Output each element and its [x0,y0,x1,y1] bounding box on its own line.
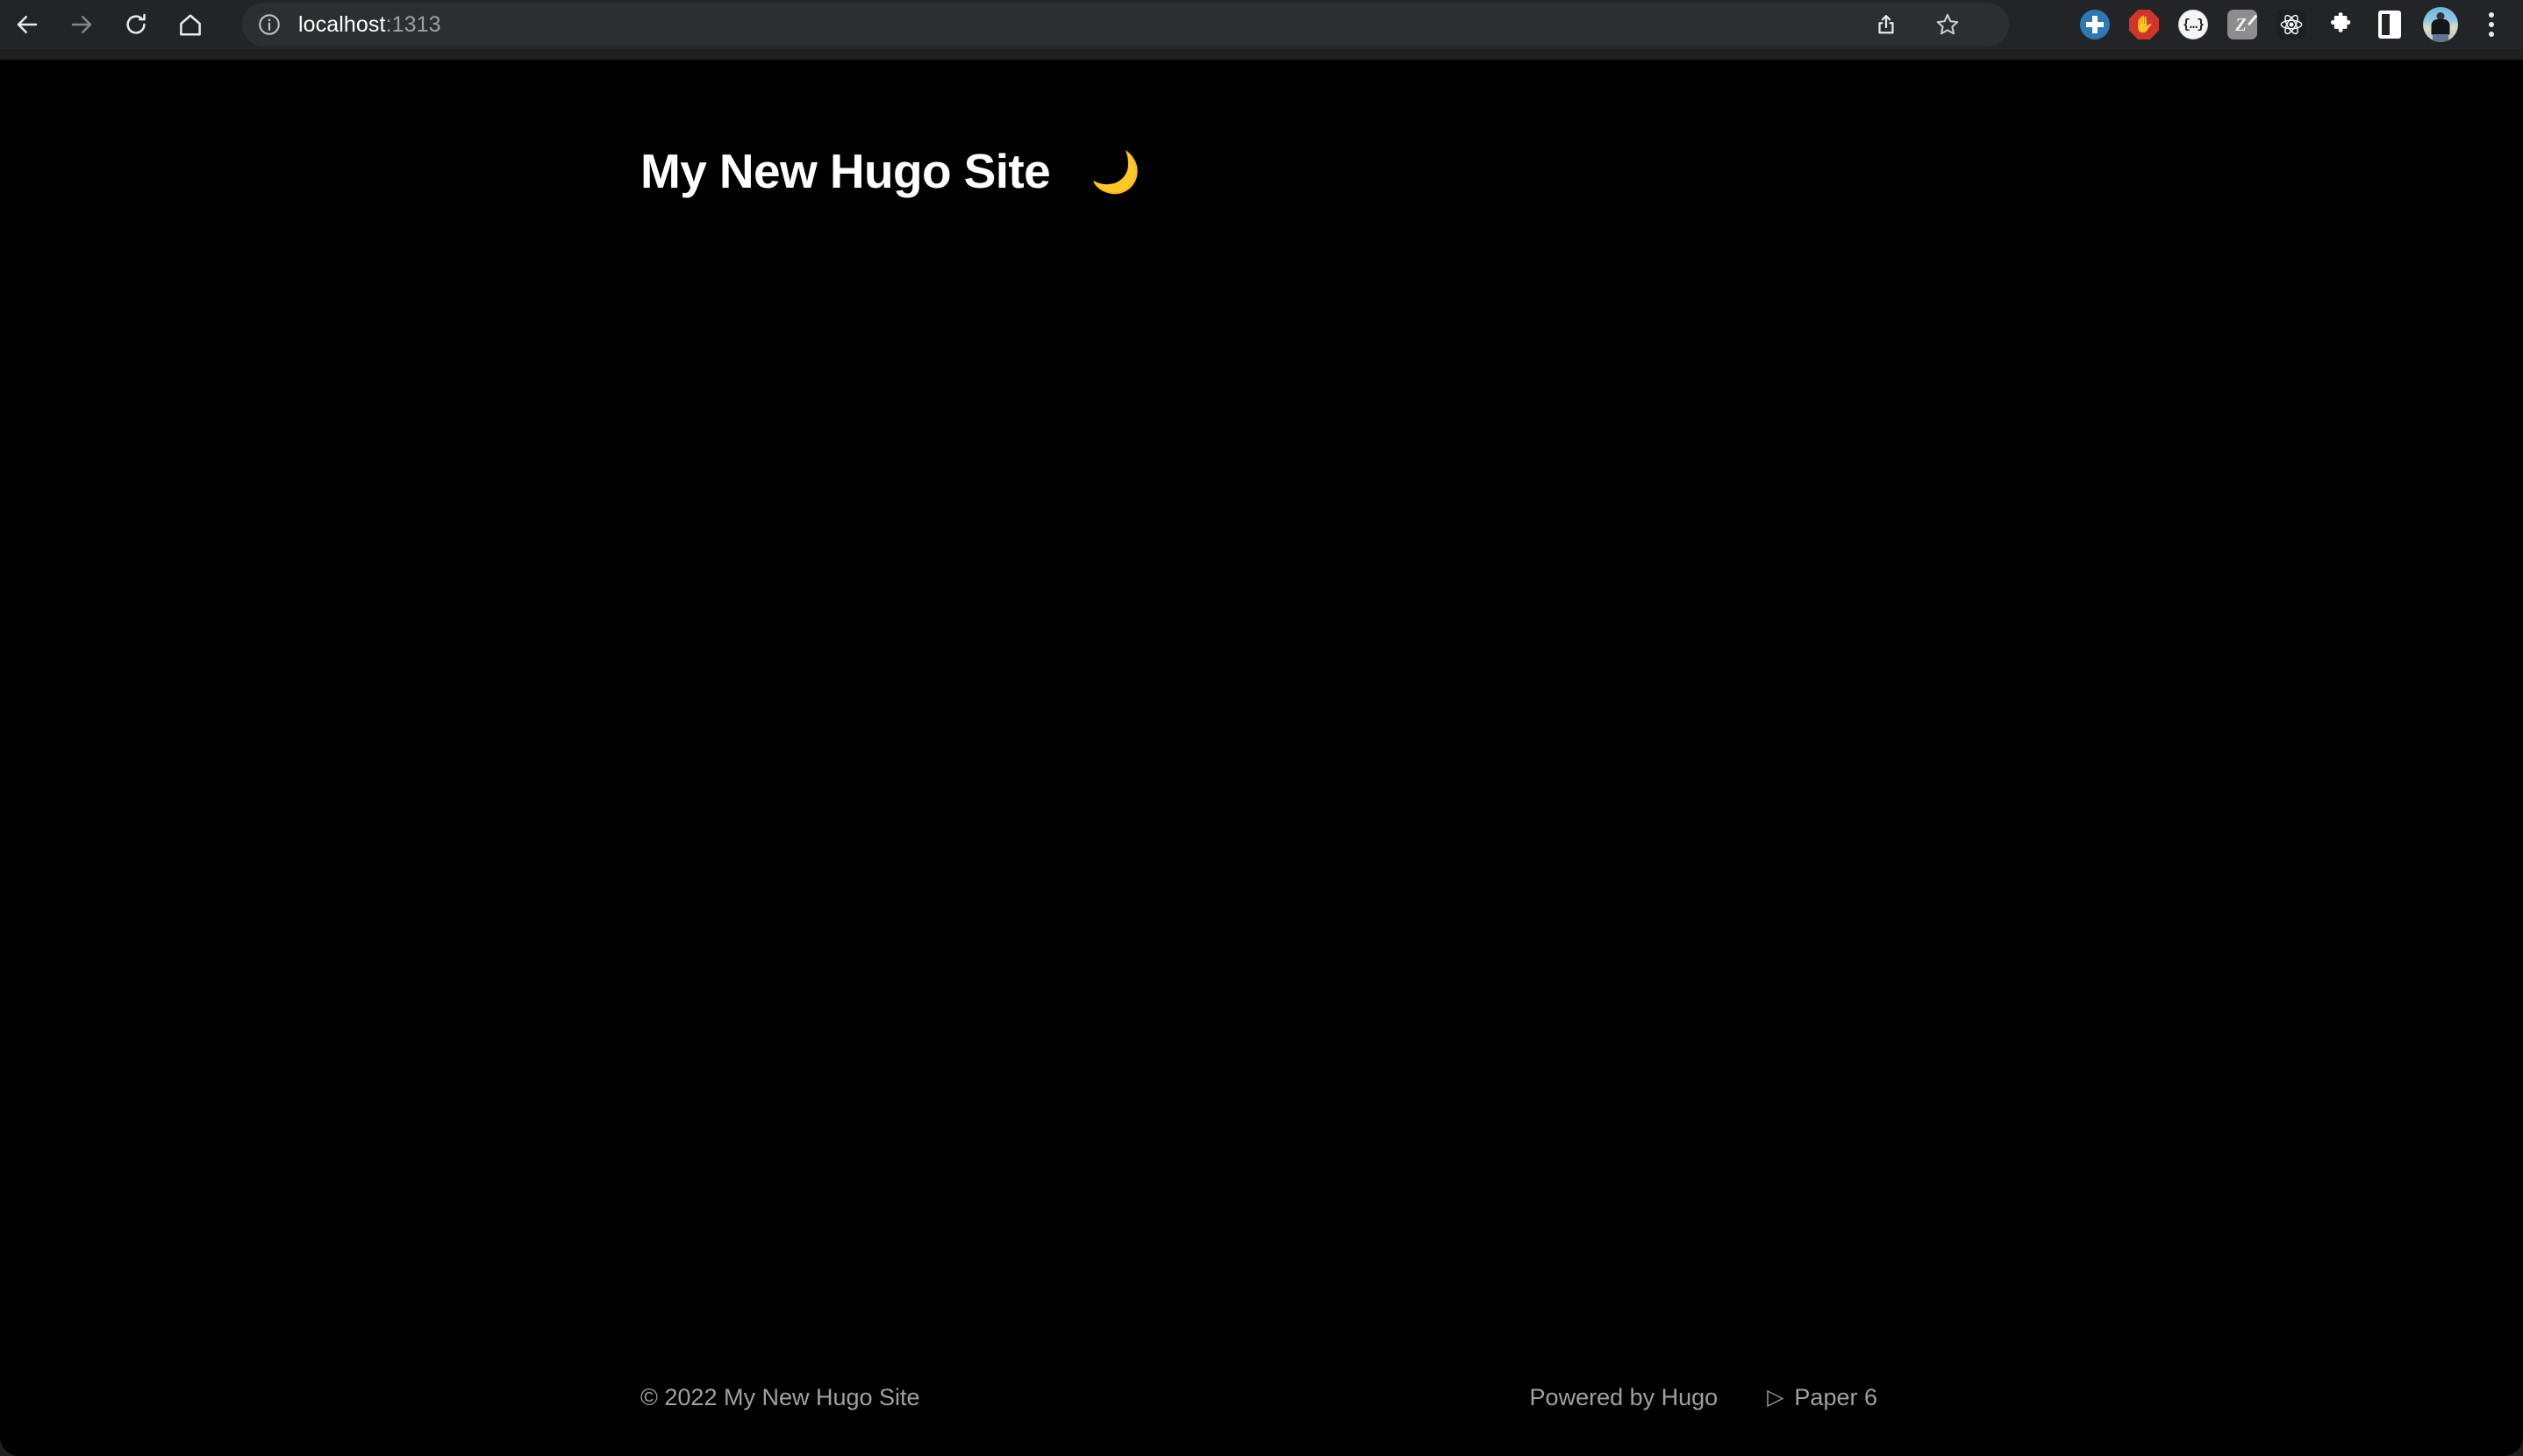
reload-icon [123,11,149,38]
browser-menu-button[interactable] [2467,0,2516,49]
red-octagon-hand-icon: ✋ [2129,10,2159,39]
back-button[interactable] [0,0,54,49]
extension-editthiscookie[interactable]: Z [2218,0,2267,49]
powered-by-hugo-link[interactable]: Powered by Hugo [1530,1384,1719,1411]
extension-proxy-switchyomega[interactable] [2070,0,2119,49]
home-button[interactable] [163,0,218,49]
z-pencil-icon: Z [2227,10,2257,39]
extension-json-viewer[interactable]: {…} [2169,0,2218,49]
site-footer: © 2022 My New Hugo Site Powered by Hugo … [640,1384,1877,1411]
theme-name: Paper 6 [1794,1384,1877,1411]
hugo-site: My New Hugo Site 🌙 © 2022 My New Hugo Si… [0,60,2523,1456]
forward-button[interactable] [54,0,109,49]
side-panel-button[interactable] [2365,0,2414,49]
avatar [2423,7,2458,42]
extension-adblock[interactable]: ✋ [2119,0,2169,49]
browser-toolbar: localhost:1313 ✋ [0,0,2523,49]
extension-toolbar: ✋ {…} Z [2070,0,2523,49]
browser-window: localhost:1313 ✋ [0,0,2523,1456]
site-header: My New Hugo Site 🌙 [640,147,1140,196]
footer-credits: Powered by Hugo ▷ Paper 6 [1530,1384,1877,1411]
page-viewport: My New Hugo Site 🌙 © 2022 My New Hugo Si… [0,60,2523,1456]
extension-react-devtools[interactable] [2267,0,2316,49]
react-atom-icon [2276,10,2306,39]
address-bar[interactable]: localhost:1313 [242,3,2009,46]
share-button[interactable] [1862,0,1911,49]
reload-button[interactable] [109,0,163,49]
url-port: :1313 [386,12,441,37]
url-text[interactable]: localhost:1313 [298,12,2009,38]
bookmark-button[interactable] [1923,0,1972,49]
profile-avatar-button[interactable] [2414,0,2467,49]
info-circle-icon [257,12,282,37]
arrow-right-icon [68,11,95,38]
json-braces-icon: {…} [2178,10,2208,39]
home-icon [177,11,204,38]
kebab-menu-icon [2489,12,2494,37]
arrow-left-icon [14,11,40,38]
triangle-right-icon: ▷ [1767,1387,1783,1409]
url-host: localhost [298,12,386,37]
theme-toggle-button[interactable]: 🌙 [1090,152,1140,192]
side-panel-icon [2378,11,2401,39]
share-icon [1874,12,1898,37]
puzzle-piece-icon [2326,11,2355,39]
site-title[interactable]: My New Hugo Site [640,147,1050,196]
star-icon [1934,11,1961,38]
footer-copyright: © 2022 My New Hugo Site [640,1384,920,1411]
blue-cross-circle-icon [2080,10,2110,39]
theme-credit-link[interactable]: ▷ Paper 6 [1767,1384,1877,1411]
site-info-button[interactable] [249,4,289,45]
extensions-menu-button[interactable] [2316,0,2365,49]
